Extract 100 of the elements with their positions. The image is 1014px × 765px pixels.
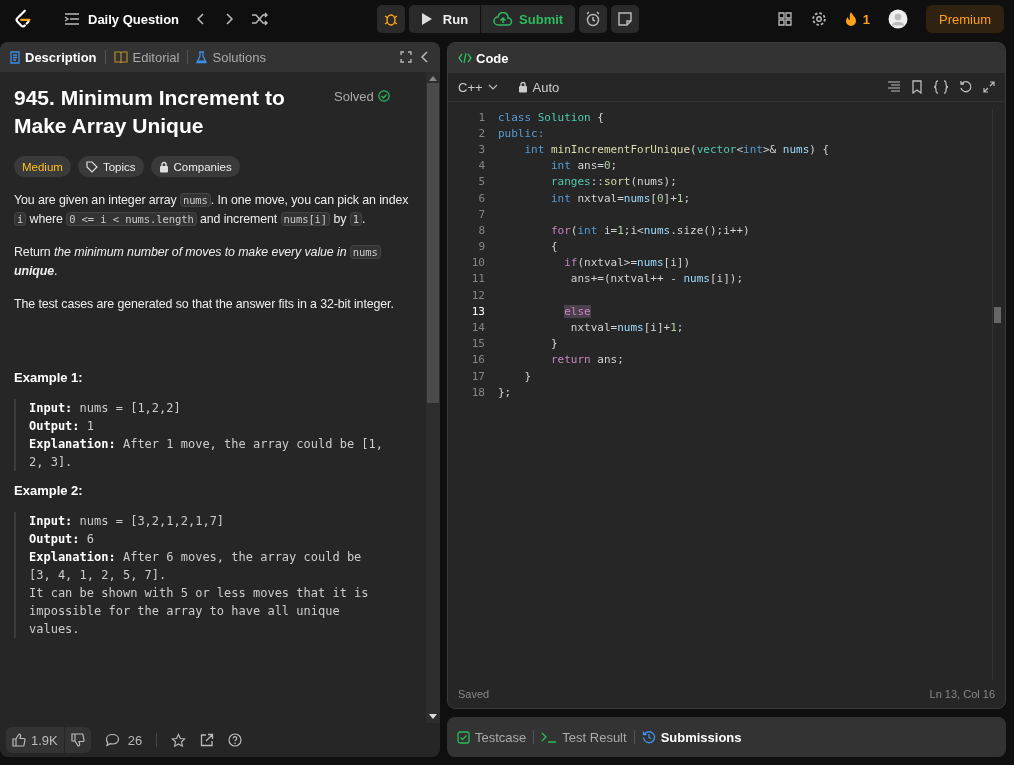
scroll-down-icon[interactable]	[429, 714, 437, 719]
line-number: 7	[477, 207, 486, 221]
console-tab[interactable]: Submissions	[641, 722, 742, 752]
line-number: 6	[477, 191, 486, 205]
tag-chip[interactable]: Companies	[150, 156, 240, 177]
code-line: ranges::sort(nums);	[549, 175, 677, 189]
comment-icon	[104, 733, 120, 747]
run-button[interactable]: Run	[408, 5, 481, 33]
code-line: }	[549, 337, 558, 351]
bug-icon	[382, 11, 399, 27]
thumbs-up-icon	[12, 733, 26, 747]
check-circle-icon	[377, 90, 390, 102]
line-number: 1	[477, 110, 486, 124]
line-number: 3	[477, 142, 486, 156]
thumbs-down-icon	[70, 733, 85, 747]
example-line: Output: 1	[29, 418, 96, 435]
code-line: }	[523, 369, 532, 383]
tag-chip[interactable]: Topics	[77, 156, 144, 177]
example-line: Input: nums = [3,2,1,2,1,7]	[29, 513, 226, 530]
help-icon[interactable]	[228, 733, 243, 747]
line-number: 8	[477, 223, 486, 237]
panel-tab[interactable]: Editorial	[113, 42, 180, 72]
console-tab[interactable]: Test Result	[541, 722, 627, 752]
terminal-icon	[541, 731, 558, 743]
grid-icon[interactable]	[776, 11, 793, 27]
avatar-icon[interactable]	[888, 9, 908, 29]
comments-button[interactable]: 26	[104, 732, 143, 748]
code-icon	[458, 52, 472, 64]
solved-status: Solved	[334, 89, 374, 104]
panel-tab[interactable]: Solutions	[196, 42, 266, 72]
line-number: 12	[470, 288, 486, 302]
code-line: nxtval=nums[i]+1;	[569, 321, 684, 335]
book-icon	[113, 51, 128, 63]
code-line: if(nxtval>=nums[i])	[563, 256, 691, 270]
bookmark-icon[interactable]	[911, 80, 923, 94]
code-line: };	[498, 385, 512, 399]
scroll-up-icon[interactable]	[429, 76, 437, 81]
line-number: 16	[470, 353, 486, 367]
language-dropdown[interactable]: C++	[458, 79, 498, 95]
line-number: 17	[470, 369, 486, 383]
share-icon[interactable]	[200, 733, 215, 747]
maximize-icon[interactable]	[983, 81, 995, 93]
code-tab[interactable]: Code	[458, 50, 509, 66]
auto-mode-button[interactable]: Auto	[517, 79, 560, 95]
flame-icon	[844, 11, 857, 27]
scrollbar-thumb[interactable]	[427, 83, 439, 403]
line-number: 10	[470, 256, 486, 270]
cloud-upload-icon	[493, 12, 514, 26]
lock-icon	[517, 81, 528, 93]
chevron-right-icon[interactable]	[223, 12, 236, 26]
example-line: Explanation: After 1 move, the array could be [1, 2, 3].	[29, 436, 384, 471]
document-icon	[10, 50, 20, 64]
premium-button[interactable]: Premium	[926, 5, 1004, 33]
code-line: public:	[498, 126, 545, 140]
example-line: Explanation: After 6 moves, the array could be [3, 4, 1, 2, 5, 7]. It can be shown with 5 or less moves that it is impossible for the array to have all unique values.	[29, 549, 370, 638]
saved-status: Saved	[458, 688, 490, 700]
note-button[interactable]	[611, 5, 640, 33]
star-icon[interactable]	[171, 732, 187, 748]
alarm-clock-icon	[585, 11, 602, 27]
description-paragraph: Return the minimum number of moves to make every value in nums unique.	[14, 243, 410, 281]
braces-icon[interactable]	[933, 80, 949, 94]
expand-icon[interactable]	[400, 51, 412, 63]
note-icon	[617, 11, 634, 27]
submit-button[interactable]: Submit	[481, 5, 576, 33]
description-paragraph: The test cases are generated so that the answer fits in a 32-bit integer.	[14, 296, 395, 313]
code-line: for(int i=1;i<nums.size();i++)	[549, 223, 750, 237]
collapse-icon[interactable]	[420, 51, 430, 63]
daily-question-button[interactable]: Daily Question	[64, 11, 180, 27]
code-line: {	[549, 240, 558, 254]
line-number: 9	[477, 240, 486, 254]
problem-title: 945. Minimum Increment to Make Array Unique	[14, 85, 286, 139]
description-paragraph: You are given an integer array nums . In one move, you can pick an index i where 0 <= i < nums.length and increment nums[i] by 1 .	[14, 192, 410, 228]
line-number: 4	[477, 159, 486, 173]
flask-icon	[196, 50, 208, 64]
tag-chip[interactable]: Medium	[14, 156, 71, 177]
example-line: Output: 6	[29, 531, 96, 548]
example-line: Input: nums = [1,2,2]	[29, 400, 182, 417]
chevron-down-icon	[487, 84, 498, 90]
code-line: int ans=0;	[549, 159, 618, 173]
console-tab[interactable]: Testcase	[457, 722, 527, 752]
code-line: class Solution {	[498, 110, 604, 124]
line-number: 15	[470, 337, 486, 351]
code-line: ans+=(nxtval++ - nums[i]);	[569, 272, 744, 286]
panel-tab[interactable]: Description	[10, 42, 97, 72]
line-number: 13	[470, 304, 486, 318]
example-heading: Example 2:	[14, 483, 84, 498]
scrollbar-thumb[interactable]	[994, 307, 1001, 323]
shuffle-icon[interactable]	[251, 12, 270, 26]
debug-button[interactable]	[376, 5, 405, 33]
example-heading: Example 1:	[14, 370, 84, 385]
line-number: 5	[477, 175, 486, 189]
reset-icon[interactable]	[959, 80, 973, 94]
format-icon[interactable]	[887, 81, 901, 93]
lock-icon	[158, 160, 169, 173]
streak-counter[interactable]: 1	[844, 11, 870, 27]
code-line: return ans;	[549, 353, 624, 367]
settings-icon[interactable]	[810, 11, 827, 27]
checkbox-icon	[457, 730, 470, 744]
alarm-clock-button[interactable]	[579, 5, 608, 33]
play-icon	[420, 12, 433, 26]
